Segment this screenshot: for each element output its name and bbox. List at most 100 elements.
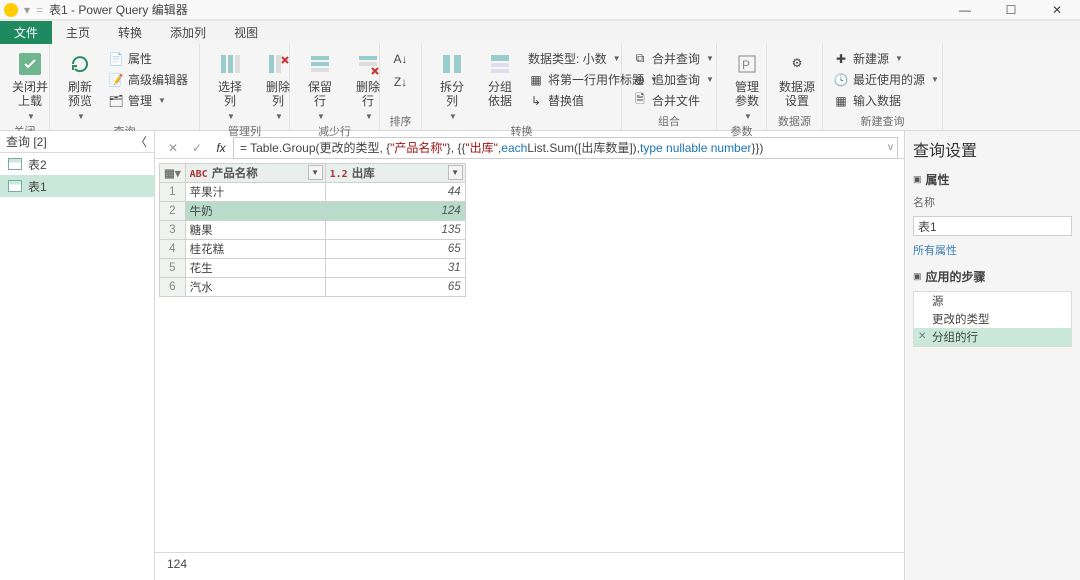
minimize-button[interactable]: —: [942, 0, 988, 20]
delete-step-icon[interactable]: ✕: [918, 331, 926, 342]
table-icon: [8, 158, 22, 170]
filter-icon[interactable]: ▼: [448, 165, 463, 180]
choose-cols-icon: [216, 50, 244, 78]
formula-cancel-button[interactable]: ✕: [161, 137, 185, 159]
applied-step[interactable]: 源: [914, 292, 1071, 310]
sort-asc-button[interactable]: A↓: [391, 48, 411, 69]
group-datasrc-label: 数据源: [767, 113, 822, 130]
maximize-button[interactable]: ☐: [988, 0, 1034, 20]
enter-data-icon: ▦: [833, 93, 849, 109]
group-sort-label: 排序: [380, 113, 421, 130]
column-header[interactable]: 1.2出库▼: [325, 164, 465, 183]
sort-asc-icon: A↓: [393, 51, 409, 67]
append-queries-button[interactable]: ⊕追加查询▼: [630, 69, 716, 90]
manage-button[interactable]: 🗂管理▼: [106, 90, 190, 111]
remove-cols-icon: [264, 50, 292, 78]
recent-icon: 🕓: [833, 72, 849, 88]
table-row[interactable]: 1苹果汁44: [160, 183, 466, 202]
merge-icon: ⧉: [632, 51, 648, 67]
manage-icon: 🗂: [108, 93, 124, 109]
group-newq-label: 新建查询: [823, 113, 942, 130]
formula-commit-button[interactable]: ✓: [185, 137, 209, 159]
advanced-editor-button[interactable]: 📝高级编辑器: [106, 69, 190, 90]
choose-columns-button[interactable]: 选择 列▼: [208, 48, 252, 123]
formula-input[interactable]: = Table.Group(更改的类型, {"产品名称"}, {{"出库", e…: [233, 137, 898, 159]
combine-files-button[interactable]: 🗎合并文件: [630, 90, 716, 111]
group-combine-label: 组合: [622, 113, 716, 130]
app-icon: [4, 3, 18, 17]
params-icon: P: [733, 50, 761, 78]
query-item[interactable]: 表1: [0, 175, 154, 197]
query-name-input[interactable]: 表1: [913, 216, 1072, 236]
formula-bar: ✕ ✓ fx = Table.Group(更改的类型, {"产品名称"}, {{…: [155, 131, 904, 159]
header-icon: ▦: [528, 72, 544, 88]
properties-button[interactable]: 📄属性: [106, 48, 190, 69]
collapse-queries-button[interactable]: 〈: [134, 135, 148, 149]
table-row[interactable]: 4桂花糕65: [160, 240, 466, 259]
table-row[interactable]: 3糖果135: [160, 221, 466, 240]
group-by-button[interactable]: 分组 依据: [478, 48, 522, 111]
ribbon-tabs: 文件 主页 转换 添加列 视图: [0, 20, 1080, 44]
fx-icon: fx: [209, 137, 233, 159]
table-row[interactable]: 2牛奶124: [160, 202, 466, 221]
name-label: 名称: [913, 194, 1072, 210]
cell-preview: 124: [155, 552, 904, 580]
svg-text:P: P: [742, 58, 750, 72]
keep-rows-icon: [306, 50, 334, 78]
table-corner[interactable]: ▦▾: [160, 164, 186, 183]
editor-icon: 📝: [108, 72, 124, 88]
table-row[interactable]: 6汽水65: [160, 278, 466, 297]
titlebar: ▾ = 表1 - Power Query 编辑器 — ☐ ✕: [0, 0, 1080, 20]
replace-icon: ↳: [528, 93, 544, 109]
table-row[interactable]: 5花生31: [160, 259, 466, 278]
datasource-settings-button[interactable]: ⚙ 数据源 设置: [775, 48, 819, 111]
tab-addcolumn[interactable]: 添加列: [156, 21, 220, 44]
query-item[interactable]: 表2: [0, 153, 154, 175]
append-icon: ⊕: [632, 72, 648, 88]
applied-step[interactable]: ✕分组的行: [914, 328, 1071, 346]
refresh-icon: [66, 50, 94, 78]
close-load-button[interactable]: 关闭并 上载▼: [8, 48, 52, 123]
formula-expand-icon[interactable]: v: [888, 142, 893, 153]
close-load-icon: [16, 50, 44, 78]
filter-icon[interactable]: ▼: [308, 165, 323, 180]
editor-area: ✕ ✓ fx = Table.Group(更改的类型, {"产品名称"}, {{…: [155, 131, 904, 580]
all-properties-link[interactable]: 所有属性: [913, 242, 1072, 258]
column-header[interactable]: ABC产品名称▼: [185, 164, 325, 183]
close-button[interactable]: ✕: [1034, 0, 1080, 20]
steps-section-header: 应用的步骤: [926, 268, 986, 285]
enter-data-button[interactable]: ▦输入数据: [831, 90, 941, 111]
settings-title: 查询设置: [913, 137, 1072, 161]
manage-params-button[interactable]: P 管理 参数▼: [725, 48, 769, 123]
ribbon: 关闭并 上载▼ 关闭 刷新 预览▼ 📄属性 📝高级编辑器 🗂管理▼ 查询 选择 …: [0, 44, 1080, 131]
tab-file[interactable]: 文件: [0, 21, 52, 44]
new-source-button[interactable]: ✚新建源▼: [831, 48, 941, 69]
gear-icon: ⚙: [783, 50, 811, 78]
query-settings-pane: 查询设置 ▣属性 名称 表1 所有属性 ▣应用的步骤 源更改的类型✕分组的行: [904, 131, 1080, 580]
recent-sources-button[interactable]: 🕓最近使用的源▼: [831, 69, 941, 90]
tab-transform[interactable]: 转换: [104, 21, 156, 44]
group-icon: [486, 50, 514, 78]
queries-pane: 查询 [2] 〈 表2表1: [0, 131, 155, 580]
keep-rows-button[interactable]: 保留 行▼: [298, 48, 342, 123]
tab-home[interactable]: 主页: [52, 21, 104, 44]
window-title: 表1 - Power Query 编辑器: [49, 1, 188, 18]
applied-steps-list: 源更改的类型✕分组的行: [913, 291, 1072, 347]
files-icon: 🗎: [632, 93, 648, 109]
queries-header: 查询 [2]: [6, 133, 47, 150]
main-area: 查询 [2] 〈 表2表1 ✕ ✓ fx = Table.Group(更改的类型…: [0, 131, 1080, 580]
sort-desc-button[interactable]: Z↓: [391, 71, 411, 92]
remove-rows-icon: [354, 50, 382, 78]
properties-icon: 📄: [108, 51, 124, 67]
tab-view[interactable]: 视图: [220, 21, 272, 44]
merge-queries-button[interactable]: ⧉合并查询▼: [630, 48, 716, 69]
new-source-icon: ✚: [833, 51, 849, 67]
split-icon: [438, 50, 466, 78]
table-icon: [8, 180, 22, 192]
data-grid[interactable]: ▦▾ABC产品名称▼1.2出库▼ 1苹果汁442牛奶1243糖果1354桂花糕6…: [159, 163, 466, 297]
applied-step[interactable]: 更改的类型: [914, 310, 1071, 328]
split-column-button[interactable]: 拆分 列▼: [430, 48, 474, 123]
refresh-preview-button[interactable]: 刷新 预览▼: [58, 48, 102, 123]
properties-section-header: 属性: [926, 171, 950, 188]
sort-desc-icon: Z↓: [393, 74, 409, 90]
